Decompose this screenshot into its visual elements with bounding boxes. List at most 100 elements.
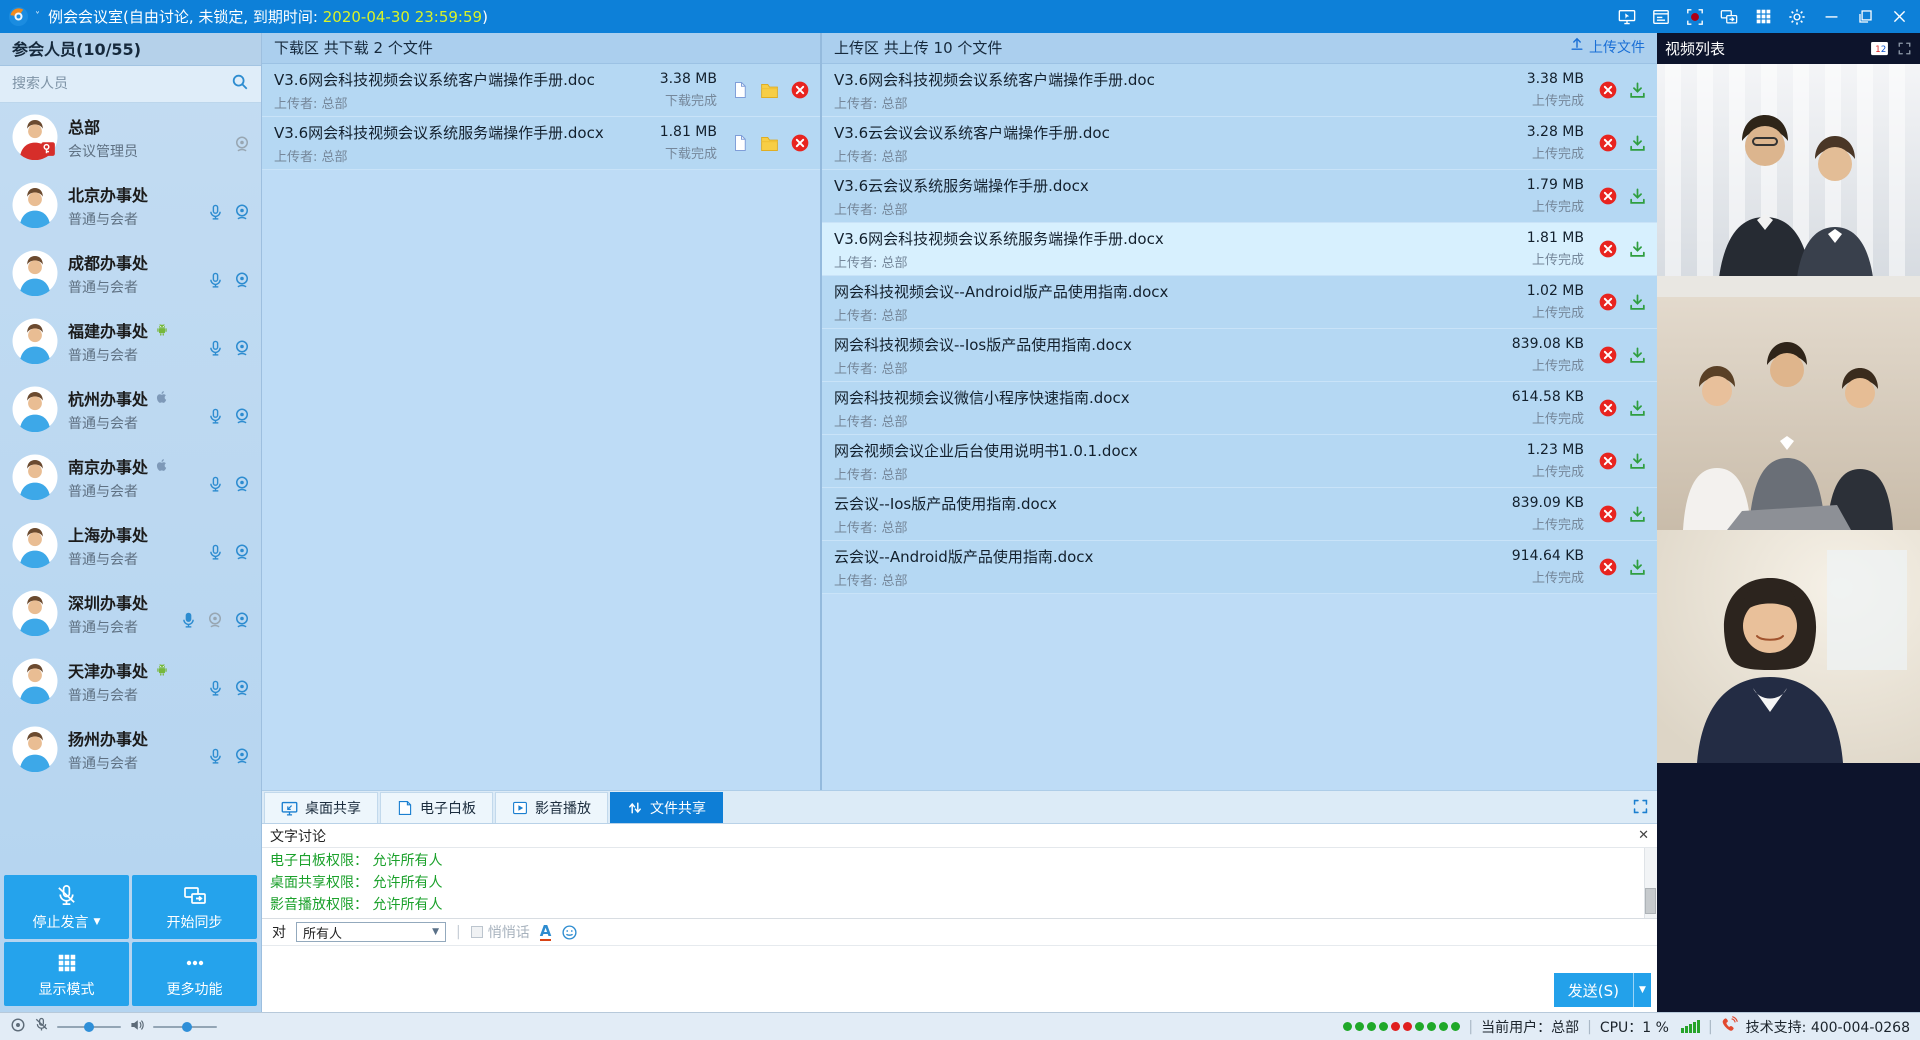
expand-icon[interactable] [1632,798,1649,815]
tab-2[interactable]: 电子白板 [380,792,493,823]
mic-icon[interactable] [207,680,224,697]
download-icon[interactable] [1628,558,1647,577]
participant-row[interactable]: 南京办事处普通与会者 [0,443,261,511]
checkbox-icon[interactable] [471,926,483,938]
sidebar-button-3[interactable]: 显示模式 [4,942,129,1006]
download-icon[interactable] [1628,452,1647,471]
close-icon[interactable] [1890,8,1908,26]
folder-icon[interactable] [759,133,780,154]
download-icon[interactable] [1628,399,1647,418]
record-icon[interactable] [1686,8,1704,26]
sidebar-button-2[interactable]: 开始同步 [132,875,257,939]
file-row[interactable]: V3.6网会科技视频会议系统客户端操作手册.doc上传者: 总部3.38 MB上… [822,64,1657,117]
mic-icon[interactable] [207,272,224,289]
mic-icon[interactable] [207,204,224,221]
chat-scrollbar[interactable] [1644,848,1657,918]
video-thumbnail-2[interactable] [1657,297,1920,530]
download-icon[interactable] [1628,187,1647,206]
emoji-icon[interactable] [561,924,578,941]
webcam-icon[interactable] [233,543,251,561]
record-target-icon[interactable] [10,1017,26,1037]
download-icon[interactable] [1628,505,1647,524]
webcam-icon[interactable] [233,271,251,289]
participant-row[interactable]: 上海办事处普通与会者 [0,511,261,579]
settings-icon[interactable] [1788,8,1806,26]
participant-row[interactable]: 天津办事处普通与会者 [0,647,261,715]
file-row[interactable]: 云会议--Android版产品使用指南.docx上传者: 总部914.64 KB… [822,541,1657,594]
screen-demo-icon[interactable] [1618,8,1636,26]
sidebar-button-1[interactable]: 停止发言▼ [4,875,129,939]
file-row[interactable]: V3.6网会科技视频会议系统客户端操作手册.doc上传者: 总部3.38 MB下… [262,64,820,117]
remove-icon[interactable] [1598,451,1618,471]
search-input[interactable] [12,76,231,92]
webcam-icon[interactable] [233,475,251,493]
download-icon[interactable] [1628,346,1647,365]
file-row[interactable]: V3.6网会科技视频会议系统服务端操作手册.docx上传者: 总部1.81 MB… [822,223,1657,276]
download-icon[interactable] [1628,81,1647,100]
mic-volume-icon[interactable] [34,1017,49,1036]
remove-icon[interactable] [790,80,810,100]
chevron-down-icon[interactable]: ˅ [35,11,40,22]
file-row[interactable]: V3.6网会科技视频会议系统服务端操作手册.docx上传者: 总部1.81 MB… [262,117,820,170]
send-button[interactable]: 发送(S) [1554,973,1633,1007]
grid-view-icon[interactable] [1754,8,1772,26]
recipient-select[interactable]: 所有人▼ [296,922,446,942]
mic-icon[interactable] [207,544,224,561]
participant-row[interactable]: 深圳办事处普通与会者 [0,579,261,647]
send-options-caret[interactable]: ▼ [1633,973,1651,1007]
webcam-icon[interactable] [233,407,251,425]
remove-icon[interactable] [1598,239,1618,259]
remove-icon[interactable] [1598,186,1618,206]
participant-row[interactable]: 总部会议管理员 [0,103,261,171]
remove-icon[interactable] [1598,292,1618,312]
maximize-icon[interactable] [1856,8,1874,26]
close-icon[interactable]: ✕ [1638,828,1649,843]
file-row[interactable]: 网会科技视频会议--Ios版产品使用指南.docx上传者: 总部839.08 K… [822,329,1657,382]
screen-sync-icon[interactable] [1720,8,1738,26]
participant-row[interactable]: 北京办事处普通与会者 [0,171,261,239]
webcam-off-icon[interactable] [233,135,251,153]
webcam-icon[interactable] [233,747,251,765]
download-icon[interactable] [1628,293,1647,312]
webcam-icon[interactable] [233,339,251,357]
tab-3[interactable]: 影音播放 [495,792,608,823]
fullscreen-icon[interactable] [1897,41,1912,56]
webcam-icon[interactable] [233,679,251,697]
download-icon[interactable] [1628,134,1647,153]
scrollbar-thumb[interactable] [1645,888,1656,914]
file-row[interactable]: 网会视频会议企业后台使用说明书1.0.1.docx上传者: 总部1.23 MB上… [822,435,1657,488]
mic-volume-slider[interactable] [57,1020,121,1034]
participant-row[interactable]: 扬州办事处普通与会者 [0,715,261,783]
webcam-off-icon[interactable] [206,611,224,629]
folder-icon[interactable] [759,80,780,101]
video-thumbnail-1[interactable] [1657,64,1920,297]
webcam-icon[interactable] [233,203,251,221]
mic-icon[interactable] [207,340,224,357]
video-thumbnail-3[interactable] [1657,530,1920,763]
remove-icon[interactable] [1598,80,1618,100]
message-input[interactable]: 发送(S) ▼ [262,946,1657,1012]
sidebar-button-4[interactable]: 更多功能 [132,942,257,1006]
download-icon[interactable] [1628,240,1647,259]
mic-active-icon[interactable] [180,612,197,629]
remove-icon[interactable] [1598,557,1618,577]
tab-4[interactable]: 文件共享 [610,792,723,823]
speaker-volume-icon[interactable] [129,1017,145,1037]
remove-icon[interactable] [1598,398,1618,418]
search-box[interactable] [0,66,261,103]
doc-file-icon[interactable] [731,81,749,99]
participant-row[interactable]: 福建办事处普通与会者 [0,307,261,375]
remove-icon[interactable] [1598,133,1618,153]
font-button[interactable]: A [540,924,552,941]
doc-file-icon[interactable] [731,134,749,152]
minimize-icon[interactable] [1822,8,1840,26]
file-row[interactable]: V3.6云会议会议系统客户端操作手册.doc上传者: 总部3.28 MB上传完成 [822,117,1657,170]
mic-icon[interactable] [207,476,224,493]
search-icon[interactable] [231,73,249,95]
whiteboard-window-icon[interactable] [1652,8,1670,26]
tab-1[interactable]: 桌面共享 [264,792,378,823]
speaker-volume-slider[interactable] [153,1020,217,1034]
remove-icon[interactable] [1598,504,1618,524]
mic-icon[interactable] [207,748,224,765]
upload-file-button[interactable]: 上传文件 [1569,33,1645,64]
